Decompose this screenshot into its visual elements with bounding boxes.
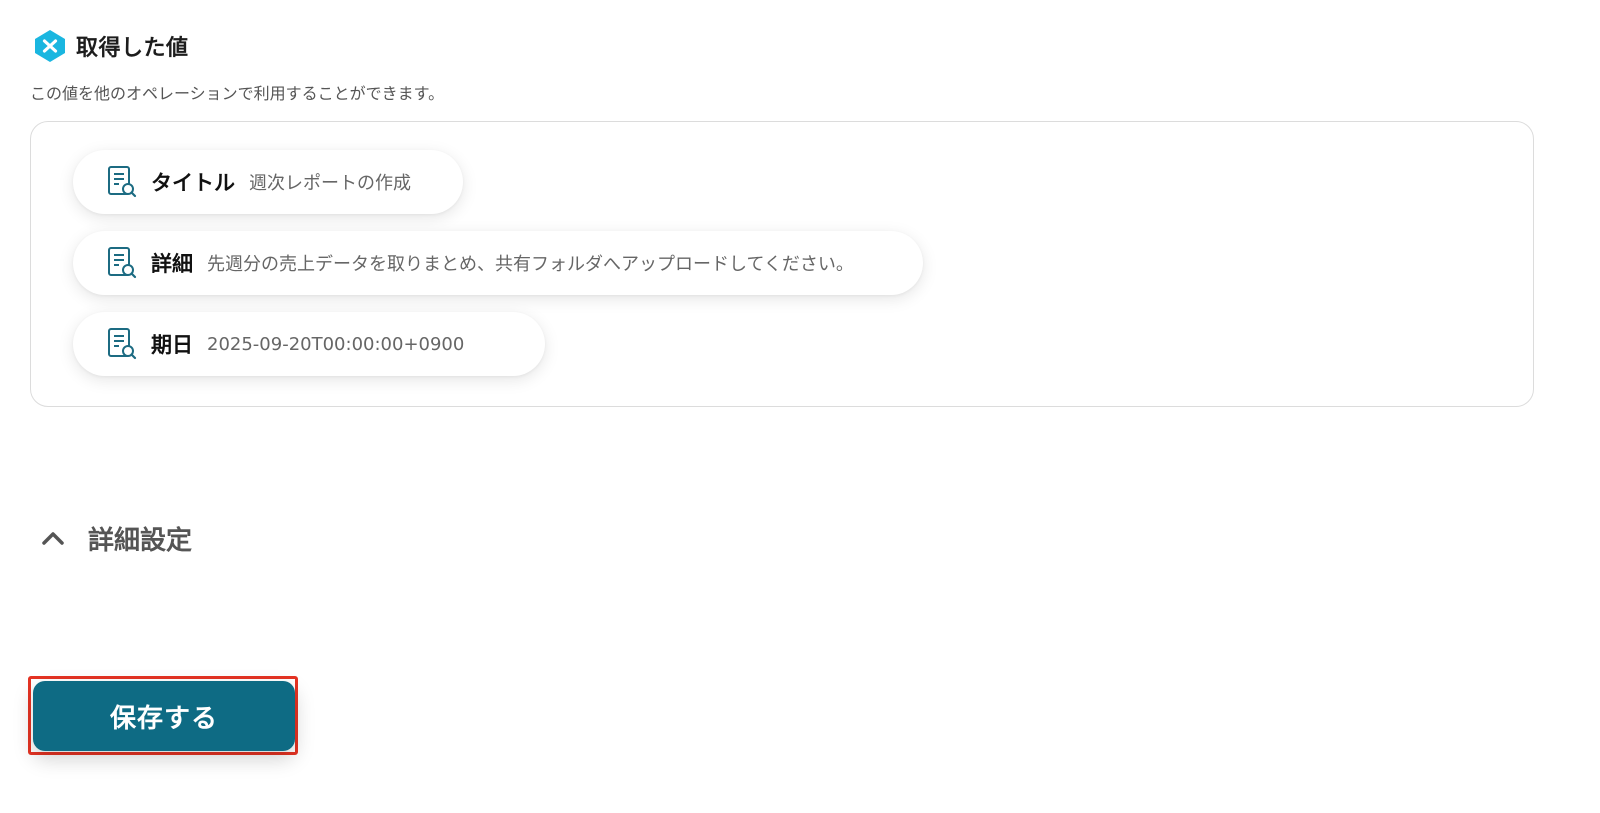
value-label: タイトル [151, 171, 235, 195]
value-text: 2025-09-20T00:00:00+0900 [207, 333, 465, 355]
yoom-logo-icon [35, 30, 65, 62]
value-text: 先週分の売上データを取りまとめ、共有フォルダへアップロードしてください。 [207, 254, 854, 275]
value-label: 期日 [151, 333, 193, 357]
advanced-settings-toggle[interactable]: 詳細設定 [38, 518, 192, 558]
section-title: 取得した値 [76, 36, 189, 61]
value-label: 詳細 [151, 252, 193, 276]
document-search-icon [108, 328, 137, 360]
value-chip-title[interactable]: タイトル 週次レポートの作成 [73, 150, 463, 214]
section-header: 取得した値 [32, 28, 189, 64]
acquired-values-panel: タイトル 週次レポートの作成 詳細 先週分の売上データを取りまとめ、共有フォルダ… [30, 121, 1534, 407]
section-description: この値を他のオペレーションで利用することができます。 [30, 84, 445, 103]
document-search-icon [108, 247, 137, 279]
save-button[interactable]: 保存する [33, 681, 295, 751]
value-chip-due-date[interactable]: 期日 2025-09-20T00:00:00+0900 [73, 312, 545, 376]
chevron-up-icon [42, 532, 64, 545]
value-chip-detail[interactable]: 詳細 先週分の売上データを取りまとめ、共有フォルダへアップロードしてください。 [73, 231, 923, 295]
value-text: 週次レポートの作成 [249, 173, 411, 194]
advanced-settings-label: 詳細設定 [88, 525, 193, 556]
document-search-icon [108, 166, 137, 198]
